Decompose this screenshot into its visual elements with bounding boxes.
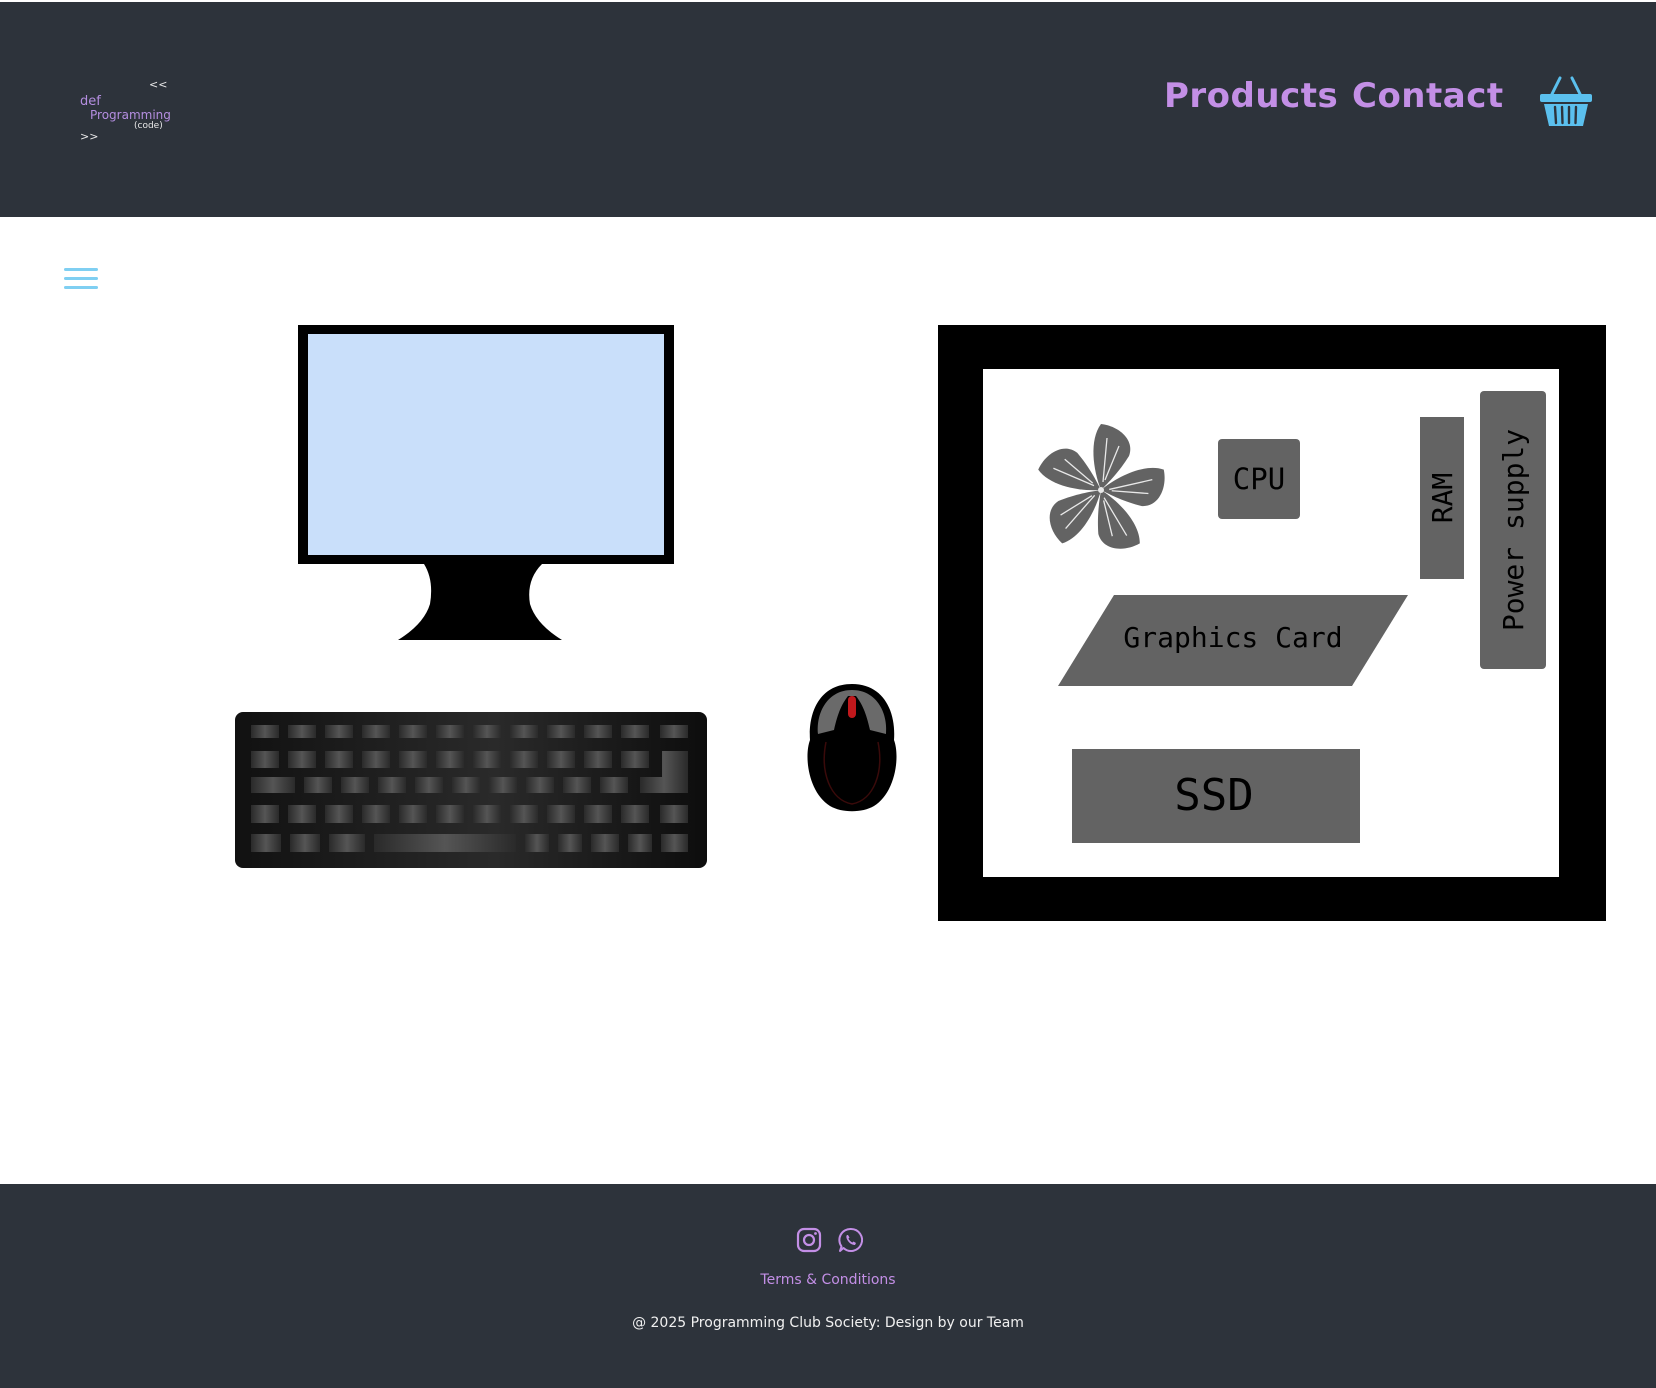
instagram-icon[interactable] [795,1226,823,1254]
ssd-label: SSD [1174,770,1253,821]
power-supply-label: Power supply [1497,429,1530,631]
terms-conditions-link[interactable]: Terms & Conditions [0,1272,1656,1288]
site-header: << def Programming (code) >> Products Co… [0,0,1656,217]
whatsapp-icon[interactable] [837,1226,865,1254]
social-links [795,1226,867,1256]
ram-label: RAM [1426,473,1459,524]
graphics-card-label: Graphics Card [1123,621,1342,654]
basket-icon[interactable] [1538,74,1594,128]
site-footer: Terms & Conditions @ 2025 Programming Cl… [0,1184,1656,1388]
site-logo[interactable]: << def Programming (code) >> [78,78,171,148]
nav-products-link[interactable]: Products [1164,76,1338,116]
logo-name: Programming [90,108,171,122]
cpu-label: CPU [1233,462,1285,496]
logo-sub: (code) [134,121,163,131]
nav-contact-link[interactable]: Contact [1352,76,1504,116]
logo-close-chevrons: >> [80,130,99,143]
mouse-image[interactable] [804,682,900,812]
copyright-text: @ 2025 Programming Club Society: Design … [632,1315,1024,1331]
monitor-image[interactable] [296,324,678,644]
logo-open-chevrons: << [149,78,168,91]
computer-illustration: CPU RAM Power supply Graphics Card SSD [0,217,1656,1184]
keyboard-image[interactable] [234,711,708,869]
computer-case-diagram[interactable]: CPU RAM Power supply Graphics Card SSD [936,325,1608,925]
logo-keyword: def [80,94,101,109]
